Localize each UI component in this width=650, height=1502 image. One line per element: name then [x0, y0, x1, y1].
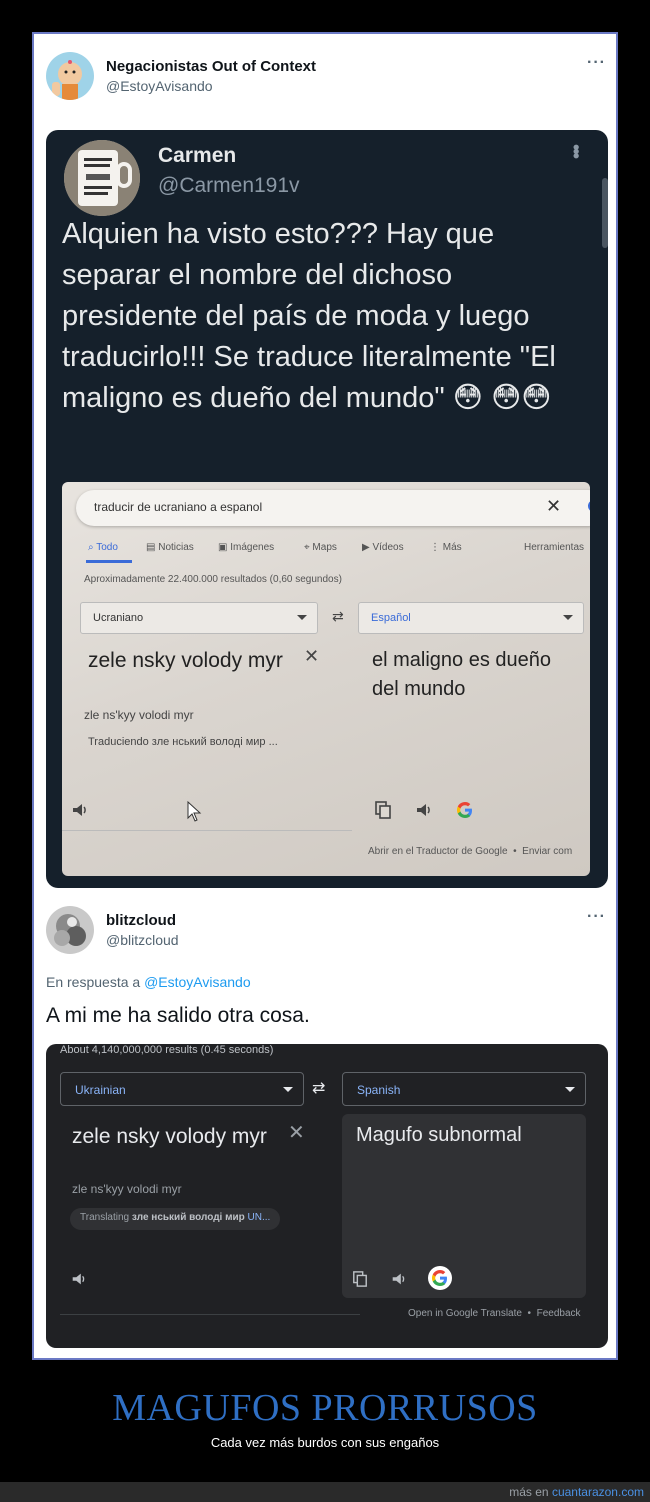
results-count: Aproximadamente 22.400.000 resultados (0…	[84, 574, 342, 585]
caption-title: MAGUFOS PRORRUSOS	[112, 1387, 538, 1429]
clear-icon: ✕	[304, 646, 320, 666]
embedded-screenshot: About 4,140,000,000 results (0.45 second…	[46, 1044, 608, 1348]
footer-bar: más en cuantarazon.com	[0, 1482, 650, 1502]
tab-videos: ▶ Vídeos	[362, 542, 404, 553]
reply-context: En respuesta a @EstoyAvisando	[46, 974, 251, 990]
speaker-icon	[70, 1270, 88, 1288]
close-icon: ✕	[546, 496, 562, 516]
chevron-down-icon	[565, 1087, 575, 1092]
transliteration: zle ns'kyy volodi myr	[72, 1182, 182, 1196]
chevron-down-icon	[563, 615, 573, 620]
speaker-icon	[390, 1270, 408, 1288]
more-options-button[interactable]: ···	[587, 908, 606, 926]
chevron-down-icon	[283, 1087, 293, 1092]
translator-footer: Abrir en el Traductor de Google • Enviar…	[368, 846, 573, 857]
tweet-header: blitzcloud @blitzcloud ···	[46, 906, 606, 958]
transliteration: zle ns'kyy volodi myr	[84, 708, 194, 722]
divider	[60, 1314, 360, 1315]
author-handle: @Carmen191v	[158, 174, 300, 197]
source-language-select: Ucraniano	[80, 602, 318, 634]
tab-images: ▣ Imágenes	[218, 542, 275, 553]
mouse-cursor-icon	[186, 800, 202, 822]
author-name[interactable]: blitzcloud	[106, 912, 176, 929]
tab-all: ⌕ Todo	[88, 542, 118, 553]
tab-news: ▤ Noticias	[146, 542, 194, 553]
author-handle[interactable]: @blitzcloud	[106, 932, 179, 948]
clear-icon: ✕	[288, 1122, 305, 1144]
avatar[interactable]	[46, 906, 94, 954]
translator-photo: traducir de ucraniano a espanol ✕ ⌕ Todo…	[62, 482, 590, 876]
target-text: Magufo subnormal	[356, 1124, 522, 1146]
site-credit: más en cuantarazon.com	[509, 1485, 644, 1499]
divider	[62, 830, 352, 831]
translating-status: Traduciendo зле нський володі мир ...	[88, 736, 278, 748]
search-icon	[580, 494, 590, 522]
translation-box: Magufo subnormal	[342, 1114, 586, 1298]
source-language-select: Ukrainian	[60, 1072, 304, 1106]
google-logo-icon	[455, 800, 475, 820]
tab-maps: ⌖ Maps	[304, 542, 337, 553]
tweet-text: Alquien ha visto esto??? Hay que separar…	[62, 218, 556, 414]
translator-footer: Open in Google Translate • Feedback	[408, 1308, 581, 1319]
author-name: Carmen	[158, 144, 237, 167]
caption-subtitle: Cada vez más burdos con sus engaños	[210, 1435, 440, 1450]
scrollbar	[602, 178, 608, 248]
source-text: zele nsky volody myr	[88, 649, 283, 672]
tab-tools: Herramientas	[524, 542, 585, 553]
chevron-down-icon	[297, 615, 307, 620]
author-name[interactable]: Negacionistas Out of Context	[106, 58, 316, 75]
tab-more: ⋮ Más	[430, 542, 462, 553]
post-frame: Negacionistas Out of Context @EstoyAvisa…	[32, 32, 618, 1360]
avatar[interactable]	[46, 52, 94, 100]
search-query: traducir de ucraniano a espanol	[94, 500, 263, 514]
more-options-button[interactable]: ···	[587, 54, 606, 72]
more-options-icon: •••	[566, 144, 586, 157]
source-text: zele nsky volody myr	[72, 1125, 267, 1148]
tweet-header: Negacionistas Out of Context @EstoyAvisa…	[46, 52, 606, 104]
swap-icon: ⇄	[312, 1080, 326, 1097]
avatar	[64, 140, 140, 216]
google-logo-icon	[428, 1266, 452, 1290]
reply-handle-link[interactable]: @EstoyAvisando	[144, 974, 251, 990]
copy-icon	[352, 1270, 368, 1288]
copy-icon	[374, 800, 392, 820]
target-language-select: Español	[358, 602, 584, 634]
speaker-icon	[414, 800, 434, 820]
target-text: el maligno es dueño del mundo	[372, 649, 552, 700]
embedded-screenshot: Carmen @Carmen191v ••• Alquien ha visto …	[46, 130, 608, 888]
author-handle[interactable]: @EstoyAvisando	[106, 78, 213, 94]
active-tab-indicator	[86, 560, 132, 563]
speaker-icon	[70, 800, 90, 820]
site-link[interactable]: cuantarazon.com	[552, 1485, 644, 1499]
translating-chip: Translating зле нський володі мир UN...	[70, 1208, 281, 1230]
search-bar: traducir de ucraniano a espanol ✕	[76, 490, 590, 526]
swap-icon: ⇄	[332, 608, 344, 624]
results-count: About 4,140,000,000 results (0.45 second…	[60, 1044, 274, 1056]
tweet-text: A mi me ha salido otra cosa.	[46, 1004, 310, 1027]
target-language-select: Spanish	[342, 1072, 586, 1106]
